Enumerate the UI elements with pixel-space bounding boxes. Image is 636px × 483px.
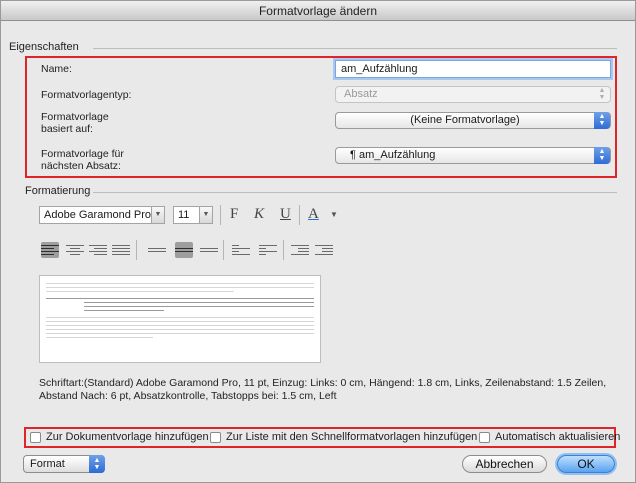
checkbox-icon[interactable] bbox=[479, 431, 490, 443]
next-paragraph-value: ¶ am_Aufzählung bbox=[350, 149, 436, 161]
italic-button[interactable]: K bbox=[254, 206, 264, 223]
toolbar-separator bbox=[136, 240, 137, 260]
next-paragraph-label: Formatvorlage für nächsten Absatz: bbox=[41, 148, 124, 172]
dialog-title: Formatvorlage ändern bbox=[1, 1, 635, 21]
align-center-icon[interactable] bbox=[66, 242, 84, 258]
font-color-button[interactable]: A bbox=[308, 206, 319, 223]
properties-divider bbox=[93, 48, 617, 49]
toolbar-separator bbox=[223, 240, 224, 260]
size-value: 11 bbox=[178, 209, 190, 221]
updown-arrows-icon: ▲ ▼ bbox=[594, 147, 610, 164]
properties-group-label: Eigenschaften bbox=[9, 41, 79, 53]
name-label: Name: bbox=[41, 63, 72, 75]
single-spacing-icon[interactable] bbox=[148, 242, 166, 258]
decrease-indent-icon[interactable] bbox=[291, 242, 309, 258]
add-to-quick-styles-label: Zur Liste mit den Schnellformatvorlagen … bbox=[226, 431, 478, 443]
font-color-dropdown-icon[interactable]: ▼ bbox=[330, 210, 338, 219]
next-paragraph-popup[interactable]: ¶ am_Aufzählung ▲ ▼ bbox=[335, 147, 611, 164]
based-on-popup[interactable]: (Keine Formatvorlage) ▲ ▼ bbox=[335, 112, 611, 129]
font-value: Adobe Garamond Pro bbox=[44, 209, 152, 221]
auto-update-checkbox[interactable]: Automatisch aktualisieren bbox=[479, 431, 620, 443]
add-to-template-checkbox[interactable]: Zur Dokumentvorlage hinzufügen bbox=[30, 431, 209, 443]
align-left-icon[interactable] bbox=[41, 242, 59, 258]
updown-arrows-icon: ▲ ▼ bbox=[89, 455, 105, 473]
toolbar-separator bbox=[220, 205, 221, 225]
dropdown-arrow-icon[interactable]: ▼ bbox=[199, 206, 213, 224]
name-field[interactable]: am_Aufzählung bbox=[335, 60, 611, 78]
formatting-group-label: Formatierung bbox=[25, 185, 91, 197]
size-combo[interactable]: 11 ▼ bbox=[173, 206, 213, 224]
space-after-icon[interactable] bbox=[259, 242, 277, 258]
font-combo[interactable]: Adobe Garamond Pro ▼ bbox=[39, 206, 165, 224]
auto-update-label: Automatisch aktualisieren bbox=[495, 431, 621, 443]
style-type-popup: Absatz ▲ ▼ bbox=[335, 86, 611, 103]
one-half-spacing-icon[interactable] bbox=[175, 242, 193, 258]
underline-button[interactable]: U bbox=[280, 206, 291, 223]
cancel-button[interactable]: Abbrechen bbox=[462, 455, 547, 473]
checkbox-icon[interactable] bbox=[210, 431, 221, 443]
add-to-quick-styles-checkbox[interactable]: Zur Liste mit den Schnellformatvorlagen … bbox=[210, 431, 477, 443]
updown-arrows-icon: ▲ ▼ bbox=[594, 112, 610, 129]
toolbar-separator bbox=[299, 205, 300, 225]
dropdown-arrow-icon[interactable]: ▼ bbox=[151, 206, 165, 224]
checkbox-icon[interactable] bbox=[30, 431, 41, 443]
space-before-icon[interactable] bbox=[232, 242, 250, 258]
increase-indent-icon[interactable] bbox=[315, 242, 333, 258]
bold-button[interactable]: F bbox=[230, 206, 238, 223]
formatting-divider bbox=[93, 192, 617, 193]
double-spacing-icon[interactable] bbox=[200, 242, 218, 258]
modify-style-dialog: Formatvorlage ändern Eigenschaften Name:… bbox=[0, 0, 636, 483]
updown-arrows-icon: ▲ ▼ bbox=[598, 87, 606, 101]
style-type-value: Absatz bbox=[344, 88, 378, 100]
ok-button[interactable]: OK bbox=[557, 455, 615, 473]
style-description: Schriftart:(Standard) Adobe Garamond Pro… bbox=[39, 377, 607, 402]
toolbar-separator bbox=[283, 240, 284, 260]
style-preview bbox=[39, 275, 321, 363]
add-to-template-label: Zur Dokumentvorlage hinzufügen bbox=[46, 431, 209, 443]
format-label: Format bbox=[30, 458, 65, 470]
based-on-label: Formatvorlage basiert auf: bbox=[41, 111, 109, 135]
based-on-value: (Keine Formatvorlage) bbox=[410, 114, 520, 126]
align-right-icon[interactable] bbox=[89, 242, 107, 258]
style-type-label: Formatvorlagentyp: bbox=[41, 89, 132, 101]
justify-icon[interactable] bbox=[112, 242, 130, 258]
format-popup[interactable]: Format ▲ ▼ bbox=[23, 455, 105, 473]
